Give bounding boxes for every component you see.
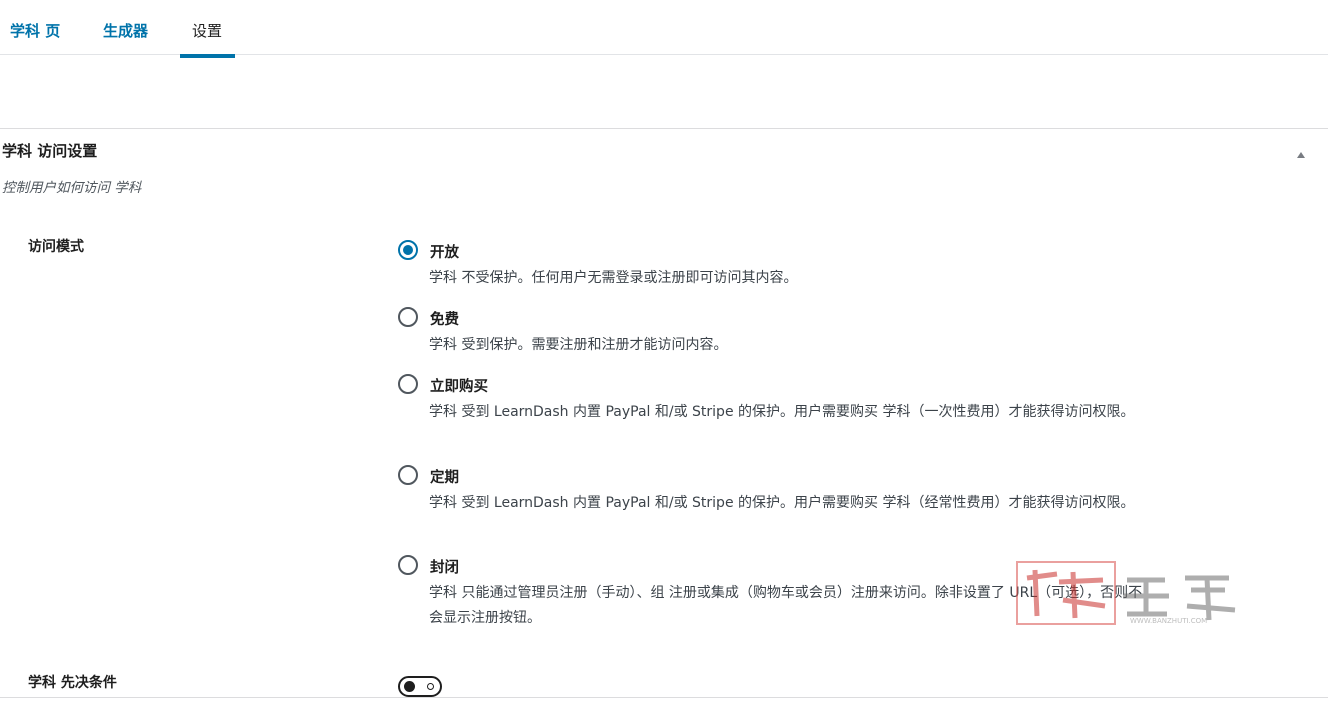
radio-button[interactable] (398, 465, 418, 485)
option-description: 学科 受到 LearnDash 内置 PayPal 和/或 Stripe 的保护… (429, 495, 1135, 511)
prerequisites-label: 学科 先决条件 (28, 675, 117, 691)
option-description: 学科 受到保护。需要注册和注册才能访问内容。 (429, 337, 728, 353)
watermark-logo: WWW.BANZHUTI.COM (1016, 561, 1236, 625)
collapse-panel-button[interactable] (1294, 149, 1308, 163)
option-label: 封闭 (430, 560, 459, 576)
radio-button[interactable] (398, 307, 418, 327)
tab-course-page[interactable]: 学科 页 (10, 20, 60, 41)
option-label: 免费 (430, 312, 459, 328)
tab-bar: 学科 页 生成器 设置 (0, 0, 1328, 55)
option-label: 定期 (430, 470, 459, 486)
option-label: 开放 (430, 245, 459, 261)
option-description: 学科 不受保护。任何用户无需登录或注册即可访问其内容。 (429, 270, 798, 286)
radio-button[interactable] (398, 240, 418, 260)
option-label: 立即购买 (430, 379, 488, 395)
toggle-off-indicator-icon (427, 683, 434, 690)
prerequisites-toggle[interactable] (398, 676, 442, 697)
radio-button[interactable] (398, 555, 418, 575)
active-tab-indicator (180, 54, 235, 58)
radio-button[interactable] (398, 374, 418, 394)
triangle-up-icon (1297, 152, 1305, 158)
watermark-text: WWW.BANZHUTI.COM (1130, 617, 1207, 625)
toggle-knob (404, 681, 415, 692)
tab-builder[interactable]: 生成器 (103, 20, 148, 41)
panel-description: 控制用户如何访问 学科 (2, 180, 142, 196)
tab-settings[interactable]: 设置 (192, 20, 222, 41)
option-description: 学科 受到 LearnDash 内置 PayPal 和/或 Stripe 的保护… (429, 404, 1135, 420)
access-mode-label: 访问模式 (28, 239, 84, 255)
panel-title: 学科 访问设置 (2, 142, 98, 160)
